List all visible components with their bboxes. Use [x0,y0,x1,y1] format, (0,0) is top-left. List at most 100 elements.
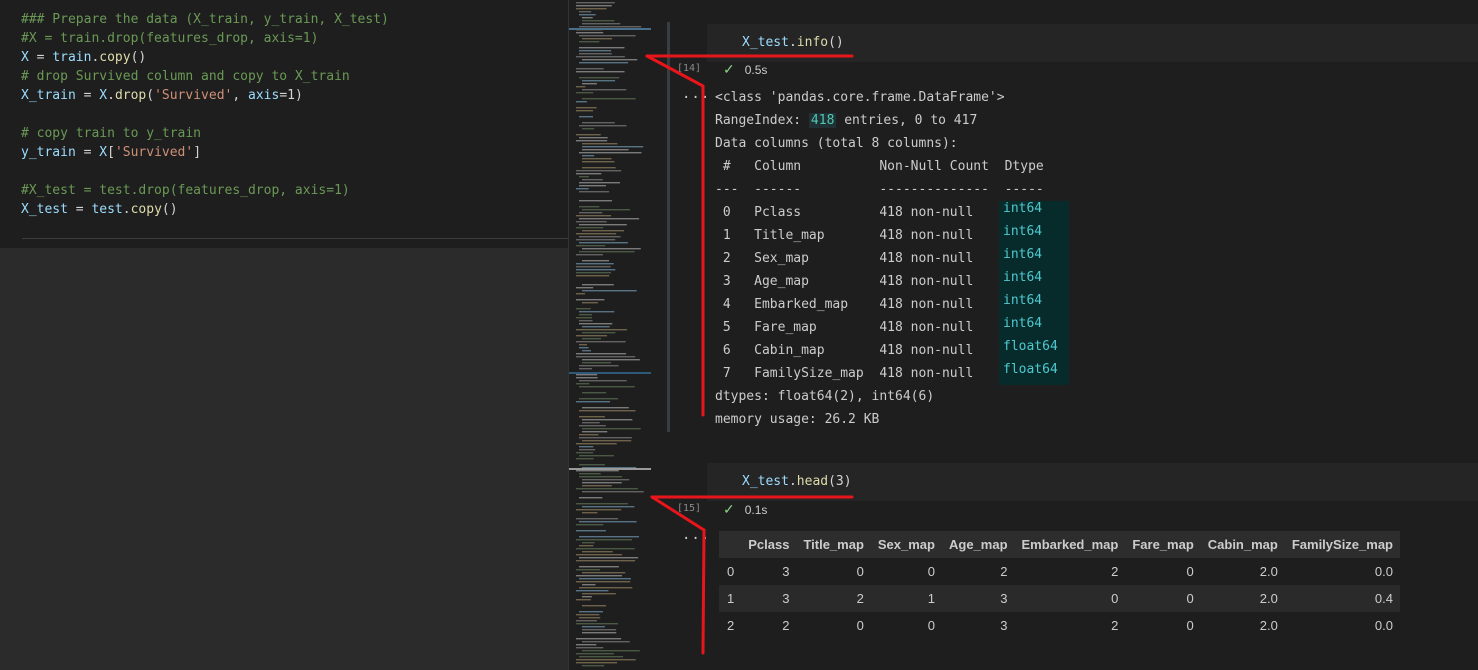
minimap-line [582,485,612,487]
minimap-line [579,536,639,538]
minimap-line [582,17,593,19]
output-column-row: 7 FamilySize_map 418 non-null [715,362,973,385]
minimap-line [579,35,636,37]
minimap-line [576,647,604,649]
table-cell: 0 [1186,564,1194,579]
minimap-line [576,254,603,256]
cell-15-code[interactable]: X_test.head(3) [742,474,852,489]
output-column-row: 2 Sex_map 418 non-null [715,247,973,270]
minimap-line [576,266,611,268]
minimap-line [579,473,601,475]
minimap-line [576,272,612,274]
minimap-line [579,368,593,370]
minimap-line [582,491,644,493]
table-header-row: Pclass Title_map Sex_map Age_map Embarked_ma… [719,531,1400,558]
minimap-line [576,233,617,235]
minimap-line [579,323,613,325]
minimap-line [579,191,610,193]
cell-14-input[interactable]: X_test.info() [707,24,1478,62]
dtype-cell: int64 [999,224,1069,247]
code-line[interactable]: ### Prepare the data (X_train, y_train, … [21,10,389,29]
row-index: 0 [727,564,735,579]
minimap-line [576,110,594,112]
minimap-line [576,503,628,505]
minimap-line [582,326,610,328]
dtype-cell: float64 [999,362,1069,385]
minimap-line [582,260,610,262]
table-cell: 0 [856,564,864,579]
cell-15-duration: 0.1s [744,503,768,517]
table-row: 0 3 0 0 2 2 0 2.0 0.0 [719,558,1400,585]
output-memory: memory usage: 26.2 KB [715,412,880,427]
code-line[interactable]: X = train.copy() [21,48,146,67]
minimap-line [582,179,603,181]
minimap-highlight [569,372,651,374]
code-token: X_train [21,88,76,103]
dtype-cell: float64 [999,339,1069,362]
minimap-line [576,653,614,655]
minimap-line [582,209,631,211]
range-suffix: entries, 0 to 417 [836,113,978,128]
minimap-line [582,338,602,340]
code-line[interactable]: y_train = X['Survived'] [21,143,201,162]
minimap-line [576,215,612,217]
code-object: X_test [742,474,789,489]
minimap-line [576,341,626,343]
minimap-line [579,236,621,238]
minimap-line [579,251,635,253]
minimap[interactable] [568,0,652,670]
code-token: # drop Survived column and copy to X_tra… [21,69,350,84]
cell-14-status: ✓ 0.5s [723,61,767,78]
column-header: Age_map [941,531,1015,558]
cell-14-code[interactable]: X_test.info() [742,35,844,50]
minimap-line [576,662,618,664]
minimap-line [582,122,615,124]
minimap-line [579,224,627,226]
code-args: () [828,35,844,50]
code-line[interactable]: #X_test = test.drop(features_drop, axis=… [21,181,350,200]
minimap-line [582,407,629,409]
minimap-line [579,242,628,244]
minimap-line [576,560,636,562]
minimap-line [579,545,594,547]
minimap-line [576,518,619,520]
minimap-line [579,557,639,559]
minimap-line [576,71,625,73]
row-index: 2 [727,618,735,633]
minimap-line [576,659,636,661]
code-line[interactable]: X_test = test.copy() [21,200,178,219]
minimap-line [579,125,627,127]
table-cell: 2 [796,585,871,612]
minimap-line [582,584,596,586]
minimap-line [582,431,608,433]
column-header: Title_map [796,531,871,558]
output-column-row: 0 Pclass 418 non-null [715,201,973,224]
cell-15-output-more-icon[interactable]: ... [682,527,710,543]
cell-14-output-more-icon[interactable]: ... [682,86,710,102]
column-info: 4 Embarked_map 418 non-null [715,297,974,312]
minimap-line [579,437,632,439]
minimap-line [576,614,600,616]
code-line[interactable]: # copy train to y_train [21,124,201,143]
check-icon: ✓ [723,61,735,77]
minimap-line [576,623,619,625]
code-token: y_train [21,145,76,160]
minimap-line [576,293,586,295]
minimap-line [576,554,623,556]
code-editor[interactable]: ### Prepare the data (X_train, y_train, … [0,0,568,248]
dtype-cell: int64 [999,201,1069,224]
minimap-line [576,581,631,583]
minimap-line [582,362,612,364]
code-line[interactable]: #X = train.drop(features_drop, axis=1) [21,29,318,48]
minimap-line [576,383,590,385]
code-line[interactable]: X_train = X.drop('Survived', axis=1) [21,86,303,105]
minimap-line [579,47,625,49]
minimap-line [576,107,597,109]
code-line[interactable]: # drop Survived column and copy to X_tra… [21,67,350,86]
minimap-line [582,632,617,634]
column-info: 5 Fare_map 418 non-null [715,320,974,335]
cell-15-input[interactable]: X_test.head(3) [707,463,1478,501]
column-header: Sex_map [870,531,942,558]
table-cell: 0 [927,564,935,579]
minimap-line [579,344,588,346]
